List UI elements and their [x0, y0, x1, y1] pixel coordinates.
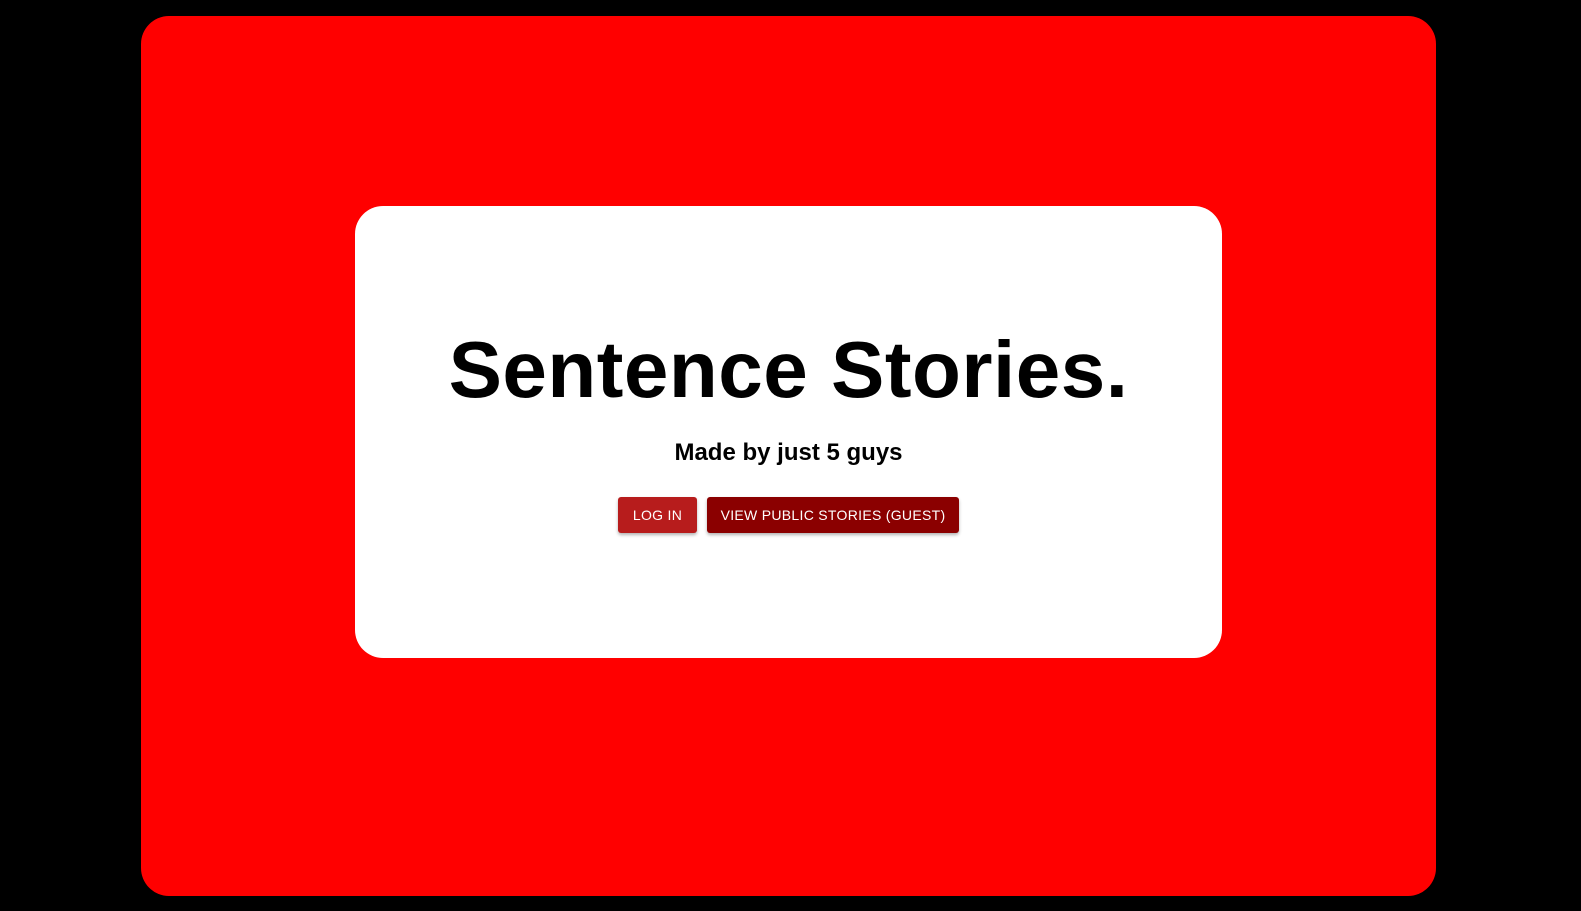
view-public-stories-button[interactable]: VIEW PUBLIC STORIES (GUEST)	[707, 497, 959, 533]
landing-card: Sentence Stories. Made by just 5 guys LO…	[355, 206, 1222, 658]
page-subtitle: Made by just 5 guys	[674, 439, 903, 466]
outer-panel: Sentence Stories. Made by just 5 guys LO…	[141, 16, 1436, 896]
action-buttons: LOG IN VIEW PUBLIC STORIES (GUEST)	[355, 497, 1222, 533]
login-button[interactable]: LOG IN	[618, 497, 697, 533]
page-title: Sentence Stories.	[448, 325, 1129, 414]
